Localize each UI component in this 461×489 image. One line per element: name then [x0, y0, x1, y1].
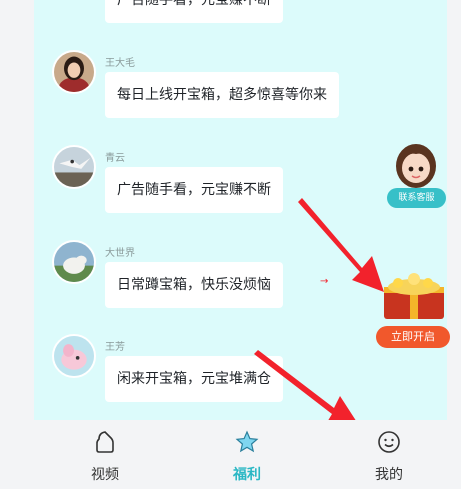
bird-landscape-avatar-icon[interactable] [52, 145, 96, 189]
sender-name: 王芳 [105, 342, 125, 353]
sender-name: 青云 [105, 153, 125, 164]
tab-welfare[interactable]: 福利 [197, 420, 297, 489]
sender-name: 王大毛 [105, 58, 135, 69]
treasure-chest-icon[interactable] [378, 263, 450, 323]
tab-video[interactable]: 视频 [55, 420, 155, 489]
tab-label: 福利 [233, 467, 261, 483]
star-icon [235, 430, 259, 453]
small-arrow-mark: → [320, 276, 329, 287]
smile-face-icon [378, 431, 400, 453]
pink-creature-avatar-icon[interactable] [52, 334, 96, 378]
open-chest-button[interactable]: 立即开启 [376, 326, 450, 348]
message-bubble[interactable]: 闲来开宝箱，元宝堆满仓 [105, 356, 283, 402]
sender-name: 大世界 [105, 248, 135, 259]
service-avatar-icon [396, 144, 436, 188]
sheep-avatar-icon[interactable] [52, 240, 96, 284]
message-bubble[interactable]: 日常蹲宝箱，快乐没烦恼 [105, 262, 283, 308]
message-bubble[interactable]: 每日上线开宝箱，超多惊喜等你来 [105, 72, 339, 118]
contact-service-label[interactable]: 联系客服 [387, 188, 446, 208]
tab-label: 视频 [91, 467, 119, 483]
bottom-tab-bar: 视频 福利 我的 [0, 420, 461, 489]
chat-area[interactable]: 广告随手看，元宝赚不断 王大毛 每日上线开宝箱，超多惊喜等你来 青云 广告随手看… [0, 0, 461, 420]
message-bubble[interactable]: 广告随手看，元宝赚不断 [105, 167, 283, 213]
tab-mine[interactable]: 我的 [339, 420, 439, 489]
message-bubble[interactable]: 广告随手看，元宝赚不断 [105, 0, 283, 23]
woman-portrait-avatar-icon[interactable] [52, 50, 96, 94]
tab-label: 我的 [375, 467, 403, 483]
video-icon [96, 431, 114, 453]
